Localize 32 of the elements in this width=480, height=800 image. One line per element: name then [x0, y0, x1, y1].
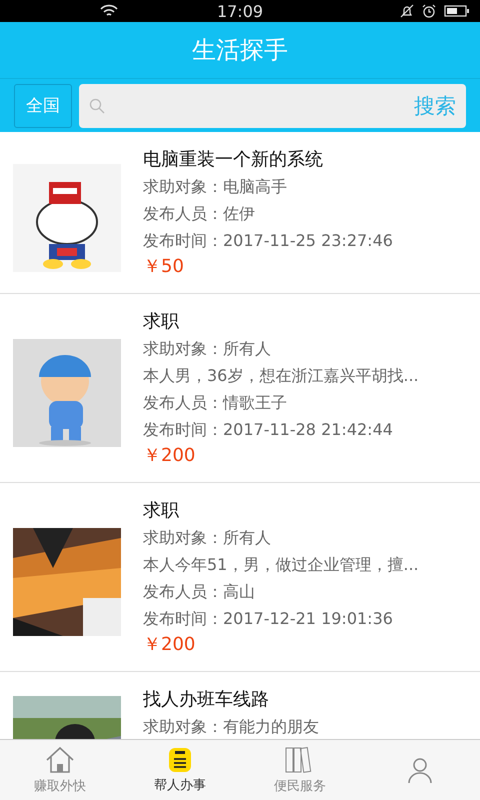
reward-price: ￥200 — [143, 444, 196, 468]
publisher: 发布人员：佐伊 — [143, 203, 256, 225]
post-time: 发布时间：2017-11-28 21:42:44 — [143, 419, 394, 441]
post-item[interactable]: 求职 求助对象：所有人 本人今年51，男，做过企业管理，擅... 发布人员：高山 发布时间：2017-12-21 19:01:36 ￥200 — [0, 483, 480, 672]
news-icon — [168, 746, 192, 772]
tab-item[interactable]: 帮人办事 — [120, 740, 240, 800]
battery-icon — [444, 4, 470, 18]
publisher: 发布人员：情歌王子 — [143, 392, 288, 414]
post-title: 求职 — [143, 499, 180, 523]
post-item[interactable]: 求职 求助对象：所有人 本人男，36岁，想在浙江嘉兴平胡找... 发布人员：情歌王子 发布时间：2017-11-28 21:42:44 ￥200 — [0, 294, 480, 483]
post-description: 本人男，36岁，想在浙江嘉兴平胡找... — [143, 365, 420, 387]
help-target: 求助对象：电脑高手 — [143, 176, 288, 198]
house-icon — [45, 746, 75, 774]
post-item[interactable]: 电脑重装一个新的系统 求助对象：电脑高手 发布人员：佐伊 发布时间：2017-11-25 23:27:46 ￥50 — [0, 132, 480, 294]
help-target: 求助对象：有能力的朋友 — [143, 716, 320, 738]
alarm-icon — [422, 4, 436, 18]
muted-bell-icon — [400, 4, 414, 18]
search-icon — [89, 98, 105, 114]
post-title: 求职 — [143, 310, 180, 334]
app-title: 生活探手 — [192, 35, 288, 66]
post-title: 电脑重装一个新的系统 — [143, 148, 324, 172]
reward-price: ￥200 — [143, 633, 196, 657]
clock-time: 17:09 — [216, 2, 264, 20]
help-target: 求助对象：所有人 — [143, 338, 272, 360]
reward-price: ￥50 — [143, 255, 185, 279]
help-target: 求助对象：所有人 — [143, 527, 272, 549]
wifi-icon — [100, 4, 118, 18]
post-time: 发布时间：2017-12-21 19:01:36 — [143, 608, 394, 630]
post-title: 找人办班车线路 — [143, 688, 270, 712]
post-description: 本人今年51，男，做过企业管理，擅... — [143, 554, 420, 576]
publisher: 发布人员：高山 — [143, 581, 256, 603]
post-time: 发布时间：2017-11-25 23:27:46 — [143, 230, 394, 252]
